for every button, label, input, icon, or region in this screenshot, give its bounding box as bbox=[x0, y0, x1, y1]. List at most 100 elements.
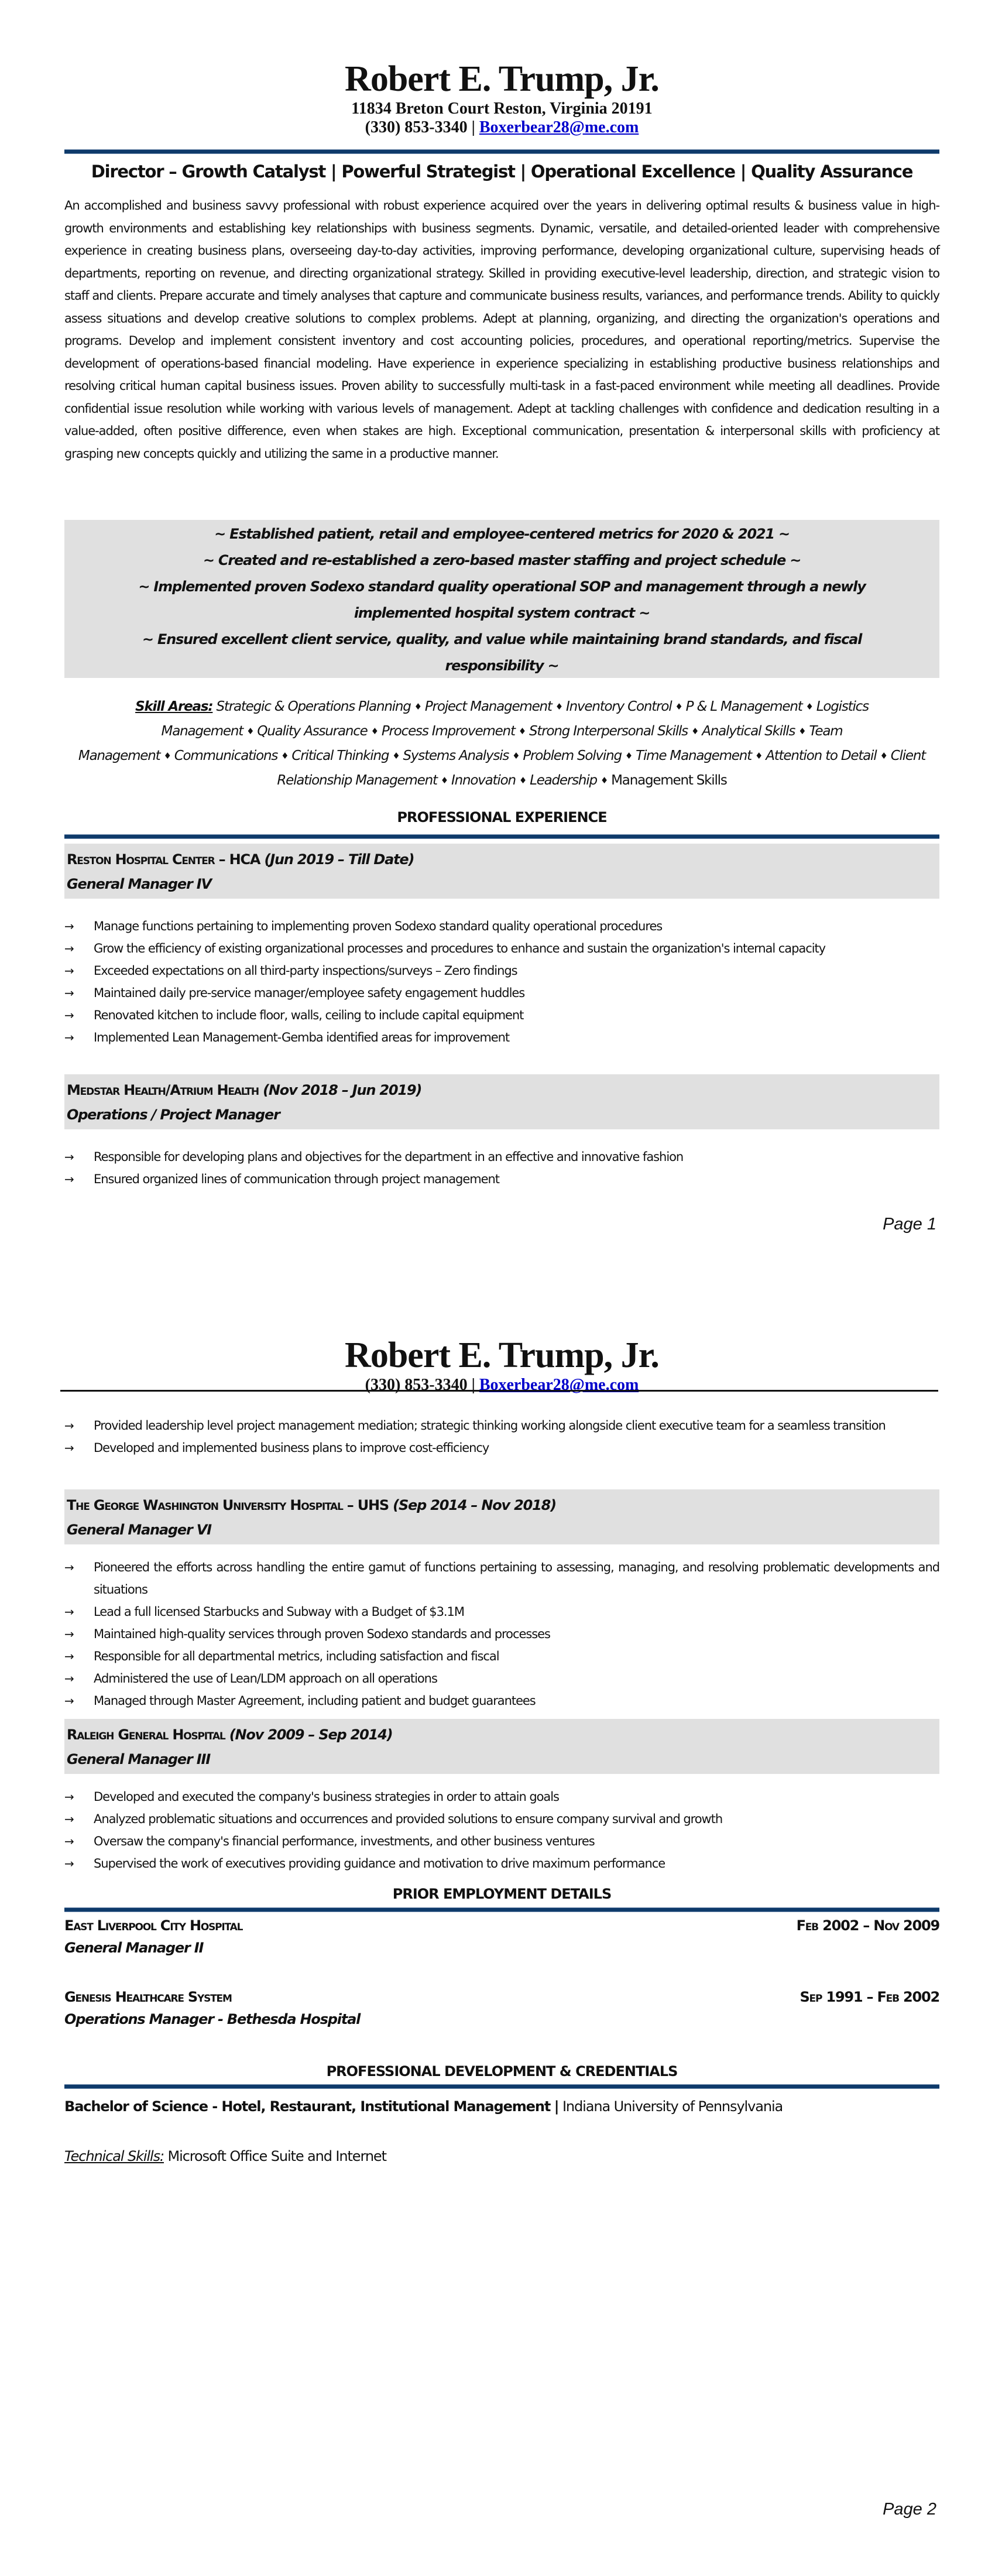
diamond-bullet-icon: ♦ bbox=[519, 775, 527, 786]
education-line: Bachelor of Science - Hotel, Restaurant,… bbox=[64, 2095, 939, 2118]
diamond-bullet-icon: ♦ bbox=[246, 726, 254, 737]
skill-item: Project Management bbox=[424, 699, 553, 714]
diamond-bullet-icon: ♦ bbox=[440, 775, 448, 786]
job-bullet: → Pioneered the efforts across handling t… bbox=[64, 1556, 940, 1601]
diamond-bullet-icon: ♦ bbox=[625, 751, 633, 761]
arrow-right-icon: → bbox=[64, 1649, 74, 1663]
job-bullet: → Provided leadership level project manag… bbox=[64, 1414, 939, 1437]
header-rule bbox=[64, 149, 939, 154]
skill-item: Critical Thinking bbox=[291, 748, 389, 763]
arrow-right-icon: → bbox=[64, 1150, 74, 1164]
header-rule bbox=[60, 1390, 938, 1392]
skill-item: Strategic & Operations Planning bbox=[216, 699, 411, 714]
section-title-development: PROFESSIONAL DEVELOPMENT & CREDENTIALS bbox=[326, 2063, 678, 2080]
job-bullet: → Lead a full licensed Starbucks and Subw… bbox=[64, 1601, 939, 1623]
job-company: Raleigh General Hospital bbox=[67, 1727, 226, 1743]
arrow-right-icon: → bbox=[64, 941, 74, 955]
contact-line: (330) 853-3340 | Boxerbear28@me.com bbox=[64, 118, 939, 137]
job-bullet: → Administered the use of Lean/LDM approa… bbox=[64, 1667, 939, 1690]
technical-skills-label: Technical Skills: bbox=[64, 2148, 164, 2164]
education-separator: | bbox=[554, 2098, 560, 2115]
arrow-right-icon: → bbox=[64, 1172, 74, 1186]
prior-job-header: Genesis Healthcare System Sep 1991 – Feb… bbox=[64, 1986, 940, 2008]
job-entry: Raleigh General Hospital (Nov 2009 – Sep… bbox=[64, 1719, 939, 1875]
skill-item: Innovation bbox=[451, 773, 516, 788]
arrow-right-icon: → bbox=[64, 1671, 74, 1686]
skill-areas: Skill Areas: Strategic & Operations Plan… bbox=[64, 694, 939, 793]
arrow-right-icon: → bbox=[64, 964, 74, 978]
job-header: The George Washington University Hospita… bbox=[64, 1489, 939, 1544]
contact-separator: | bbox=[471, 118, 475, 136]
job-title: General Manager VI bbox=[67, 1522, 212, 1538]
diamond-bullet-icon: ♦ bbox=[414, 701, 422, 712]
diamond-bullet-icon: ♦ bbox=[163, 751, 171, 761]
prior-job-entry: Genesis Healthcare System Sep 1991 – Feb… bbox=[64, 1986, 940, 2030]
contact-line: (330) 853-3340 | Boxerbear28@me.com bbox=[64, 1376, 939, 1395]
job-bullet: → Managed through Master Agreement, inclu… bbox=[64, 1690, 939, 1712]
candidate-name: Robert E. Trump, Jr. bbox=[345, 1335, 660, 1375]
job-title: General Manager III bbox=[67, 1751, 211, 1767]
arrow-right-icon: → bbox=[64, 1627, 74, 1641]
diamond-bullet-icon: ♦ bbox=[880, 751, 887, 761]
experience-rule bbox=[64, 834, 939, 839]
job-dates: (Nov 2018 – Jun 2019) bbox=[263, 1082, 422, 1098]
section-title-experience: PROFESSIONAL EXPERIENCE bbox=[397, 809, 607, 825]
technical-skills-value: Microsoft Office Suite and Internet bbox=[167, 2148, 387, 2164]
job-bullet: → Oversaw the company's financial perform… bbox=[64, 1830, 939, 1852]
prior-title: Operations Manager - Bethesda Hospital bbox=[64, 2011, 361, 2027]
skill-item: Communications bbox=[174, 748, 279, 763]
diamond-bullet-icon: ♦ bbox=[555, 701, 563, 712]
diamond-bullet-icon: ♦ bbox=[370, 726, 379, 737]
diamond-bullet-icon: ♦ bbox=[805, 701, 814, 712]
job-bullets: → Responsible for developing plans and ob… bbox=[64, 1146, 939, 1190]
job-company: Medstar Health/Atrium Health bbox=[67, 1082, 259, 1098]
diamond-bullet-icon: ♦ bbox=[281, 751, 289, 761]
skill-item: Problem Solving bbox=[523, 748, 622, 763]
job-dates: (Jun 2019 – Till Date) bbox=[264, 851, 414, 868]
job-bullet: → Responsible for developing plans and ob… bbox=[64, 1146, 939, 1168]
prior-job-entry: East Liverpool City Hospital Feb 2002 – … bbox=[64, 1914, 940, 1959]
job-entry: Reston Hospital Center – HCA (Jun 2019 –… bbox=[64, 844, 939, 1049]
arrow-right-icon: → bbox=[64, 1605, 74, 1619]
job-bullet: → Manage functions pertaining to implemen… bbox=[64, 915, 939, 937]
arrow-right-icon: → bbox=[64, 1560, 74, 1574]
diamond-bullet-icon: ♦ bbox=[675, 701, 682, 712]
email-link[interactable]: Boxerbear28@me.com bbox=[479, 118, 639, 136]
achievement-item: ~ Established patient, retail and employ… bbox=[214, 526, 790, 542]
resume-page-2: Robert E. Trump, Jr. (330) 853-3340 | Bo… bbox=[0, 1288, 995, 2576]
resume-header: Robert E. Trump, Jr. 11834 Breton Court … bbox=[64, 59, 939, 137]
arrow-right-icon: → bbox=[64, 1441, 74, 1455]
headline: Director – Growth Catalyst | Powerful St… bbox=[91, 162, 914, 181]
arrow-right-icon: → bbox=[64, 1030, 74, 1044]
job-bullet: → Developed and executed the company's bu… bbox=[64, 1786, 939, 1808]
skill-item: Time Management bbox=[636, 748, 752, 763]
job-bullet: → Ensured organized lines of communicatio… bbox=[64, 1168, 939, 1190]
job-dates: (Nov 2009 – Sep 2014) bbox=[229, 1727, 393, 1743]
job-bullet: → Developed and implemented business plan… bbox=[64, 1437, 939, 1459]
skill-item: P & L Management bbox=[685, 699, 803, 714]
job-bullet: → Implemented Lean Management-Gemba ident… bbox=[64, 1026, 939, 1049]
achievement-item: ~ Implemented proven Sodexo standard qua… bbox=[138, 578, 866, 621]
skill-areas-label: Skill Areas: bbox=[135, 699, 213, 714]
page-number: Page 1 bbox=[883, 1215, 936, 1234]
arrow-right-icon: → bbox=[64, 1834, 74, 1848]
degree: Bachelor of Science - Hotel, Restaurant,… bbox=[64, 2098, 551, 2115]
job-header: Raleigh General Hospital (Nov 2009 – Sep… bbox=[64, 1719, 939, 1774]
address: 11834 Breton Court Reston, Virginia 2019… bbox=[351, 100, 653, 118]
diamond-bullet-icon: ♦ bbox=[691, 726, 699, 737]
skill-item: Attention to Detail bbox=[766, 748, 877, 763]
diamond-bullet-icon: ♦ bbox=[392, 751, 400, 761]
job-title: General Manager IV bbox=[67, 876, 212, 892]
job-bullet: → Maintained high-quality services throug… bbox=[64, 1623, 939, 1645]
job-entry: Medstar Health/Atrium Health (Nov 2018 –… bbox=[64, 1074, 939, 1190]
skill-item: Management Skills bbox=[611, 773, 728, 788]
arrow-right-icon: → bbox=[64, 1008, 74, 1022]
job-header: Reston Hospital Center – HCA (Jun 2019 –… bbox=[64, 844, 939, 899]
development-rule bbox=[64, 2084, 939, 2089]
school: Indiana University of Pennsylvania bbox=[562, 2098, 783, 2115]
candidate-name: Robert E. Trump, Jr. bbox=[345, 59, 660, 99]
arrow-right-icon: → bbox=[64, 1856, 74, 1871]
job-company: Reston Hospital Center – HCA bbox=[67, 851, 260, 868]
job-bullets: → Provided leadership level project manag… bbox=[64, 1414, 939, 1459]
job-bullet: → Maintained daily pre-service manager/em… bbox=[64, 982, 939, 1004]
